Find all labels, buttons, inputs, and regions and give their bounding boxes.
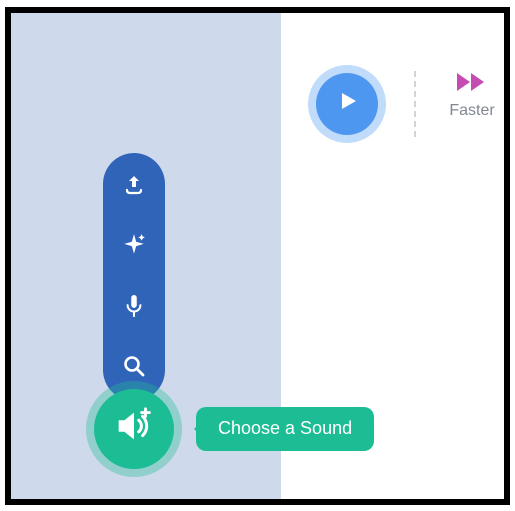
app-frame: Choose a Sound Faster xyxy=(5,7,510,505)
sparkle-icon[interactable] xyxy=(121,232,147,263)
choose-sound-tooltip: Choose a Sound xyxy=(196,407,374,451)
upload-icon[interactable] xyxy=(122,173,146,202)
faster-label: Faster xyxy=(449,102,494,120)
fast-forward-icon xyxy=(455,71,489,98)
sound-toolbar xyxy=(103,153,165,401)
tooltip-text: Choose a Sound xyxy=(218,418,352,439)
faster-button[interactable]: Faster xyxy=(437,71,507,120)
play-icon xyxy=(335,89,359,118)
vertical-divider xyxy=(414,71,416,137)
microphone-icon[interactable] xyxy=(123,293,145,324)
choose-sound-button[interactable] xyxy=(94,389,174,469)
search-icon[interactable] xyxy=(122,354,146,383)
play-button[interactable] xyxy=(316,73,378,135)
speaker-plus-icon xyxy=(111,403,157,454)
